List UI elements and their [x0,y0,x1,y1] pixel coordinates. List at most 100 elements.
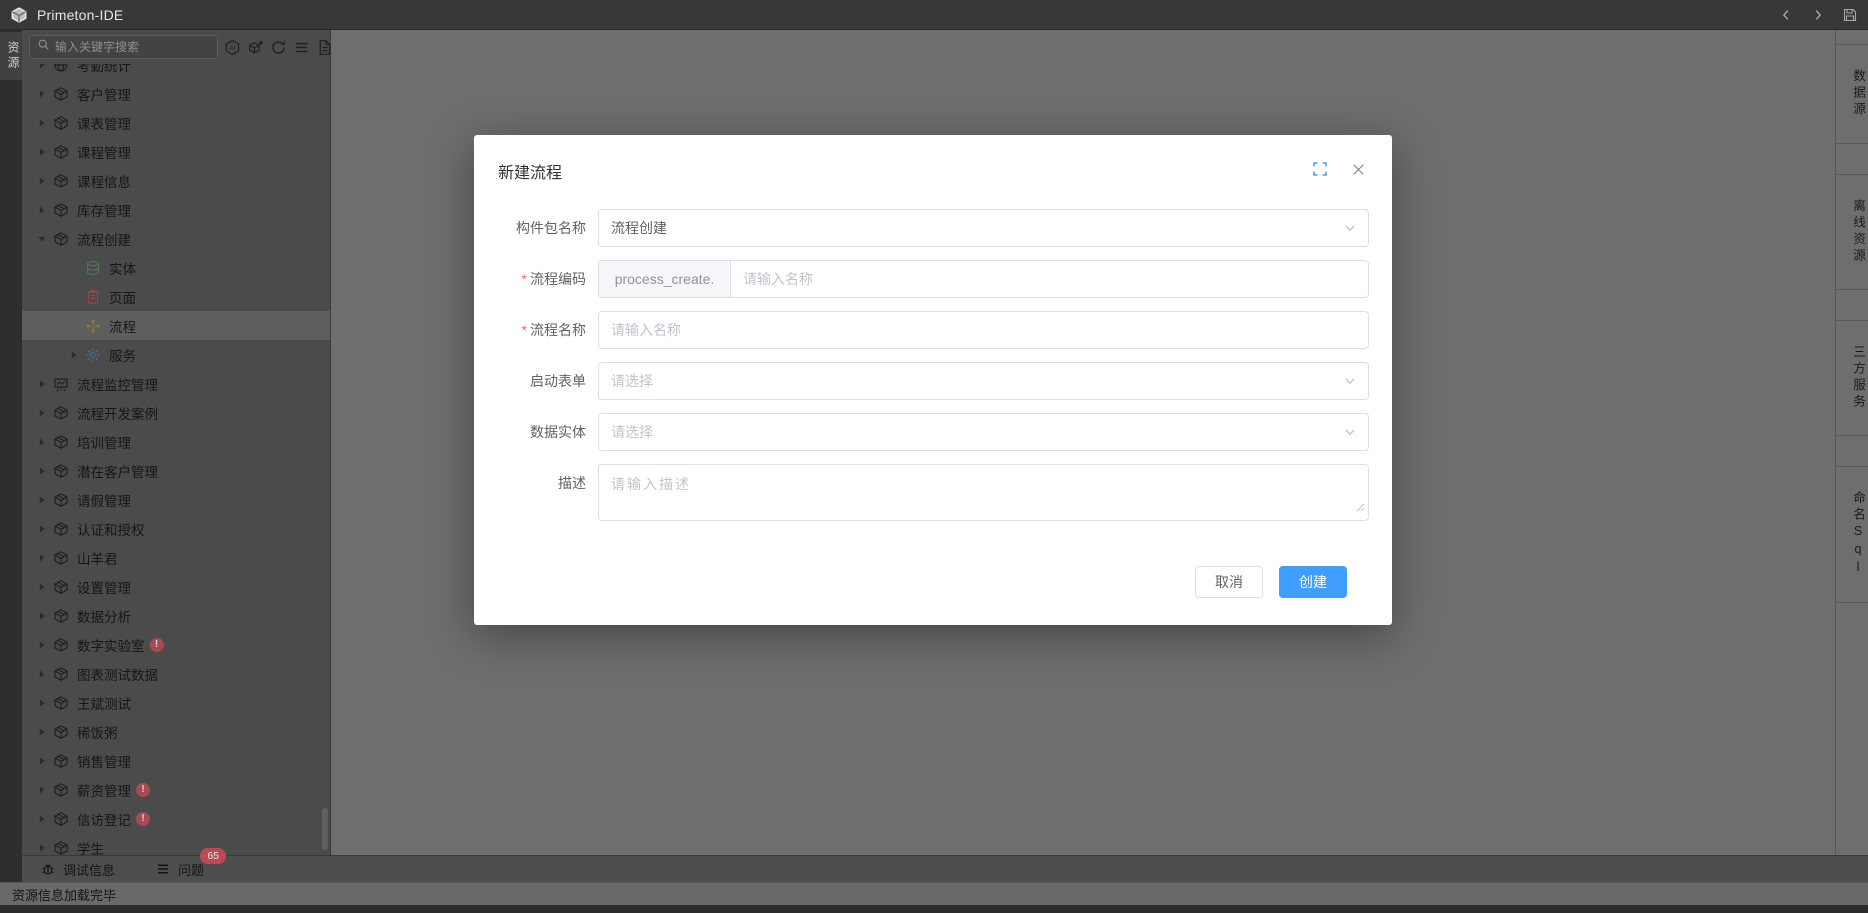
document-icon[interactable] [316,39,333,56]
caret-right-icon[interactable] [36,146,48,158]
rail-tab-resources[interactable]: 资源 [0,32,22,80]
tree-item[interactable]: 设置管理 [22,572,330,601]
ai-assistant-icon[interactable]: AI [224,39,241,56]
tree-item[interactable]: 培训管理 [22,427,330,456]
cancel-button[interactable]: 取消 [1195,566,1263,598]
caret-right-icon[interactable] [36,378,48,390]
tree-item[interactable]: 实体 [22,253,330,282]
cube-icon [53,173,69,189]
tree-item[interactable]: 课程信息 [22,166,330,195]
new-component-icon[interactable] [247,39,264,56]
cube-icon [53,86,69,102]
caret-right-icon[interactable] [36,523,48,535]
caret-right-icon[interactable] [36,64,48,71]
tree-item-label: 学生 [77,838,104,856]
caret-right-icon[interactable] [36,581,48,593]
tree-item[interactable]: 认证和授权 [22,514,330,543]
tree-item-label: 流程 [109,316,136,336]
select-field[interactable]: 请选择 [598,413,1369,451]
tree-item[interactable]: 请假管理 [22,485,330,514]
tree-item[interactable]: 王斌测试 [22,688,330,717]
caret-right-icon[interactable] [36,465,48,477]
tree-item[interactable]: 服务 [22,340,330,369]
prefixed-input-field: process_create. [598,260,1369,298]
tree-item[interactable]: 库存管理 [22,195,330,224]
tree-item[interactable]: 学生 [22,833,330,855]
cube-icon [53,231,69,247]
caret-right-icon[interactable] [36,88,48,100]
caret-right-icon[interactable] [36,552,48,564]
refresh-icon[interactable] [270,39,287,56]
caret-down-icon[interactable] [36,233,48,245]
resource-tree: 考勤统计客户管理课表管理课程管理课程信息库存管理流程创建实体页面流程服务流程监控… [22,64,330,855]
rail-tab-2[interactable]: 离线资源 [1836,174,1868,290]
create-button[interactable]: 创建 [1279,566,1347,598]
text-input[interactable] [611,322,1356,338]
caret-right-icon[interactable] [36,436,48,448]
bottom-tab[interactable]: 调试信息 [40,860,115,879]
tree-item[interactable]: 课表管理 [22,108,330,137]
sidebar-scrollbar-thumb[interactable] [322,808,328,850]
caret-right-icon[interactable] [36,726,48,738]
caret-right-icon[interactable] [36,842,48,854]
tree-item[interactable]: 稀饭粥 [22,717,330,746]
field-label: 启动表单 [474,362,598,400]
caret-right-icon[interactable] [36,755,48,767]
caret-right-icon[interactable] [36,668,48,680]
sidebar-toolbar: AI [22,30,330,64]
tree-item[interactable]: 信访登记! [22,804,330,833]
tree-item[interactable]: 流程 [22,311,330,340]
caret-right-icon[interactable] [36,610,48,622]
nav-forward-icon[interactable] [1810,7,1826,23]
process-code-input[interactable] [743,271,1356,287]
resource-explorer-panel: AI 考勤统计客户管理课表管理课程管理课程信息库存管理流程创建实体页面流程服务流… [22,30,331,855]
select-field[interactable]: 流程创建 [598,209,1369,247]
tree-item-label: 流程创建 [77,229,131,249]
tree-item[interactable]: 客户管理 [22,79,330,108]
tree-item[interactable]: 薪资管理! [22,775,330,804]
close-icon[interactable] [1350,161,1366,177]
description-textarea[interactable] [599,465,1368,520]
dialog-form: 构件包名称流程创建*流程编码process_create.*流程名称启动表单请选… [474,183,1392,521]
caret-right-icon[interactable] [36,697,48,709]
tree-item-label: 信访登记 [77,809,131,829]
tree-item[interactable]: 图表测试数据 [22,659,330,688]
tree-item[interactable]: 页面 [22,282,330,311]
tree-item-label: 图表测试数据 [77,664,158,684]
cube-icon [53,405,69,421]
cube-icon [53,811,69,827]
save-layout-icon[interactable] [1842,7,1858,23]
caret-right-icon[interactable] [68,349,80,361]
outline-list-icon[interactable] [293,39,310,56]
caret-right-icon[interactable] [36,784,48,796]
tree-item-label: 数字实验室 [77,635,145,655]
tree-item[interactable]: 潜在客户管理 [22,456,330,485]
caret-right-icon[interactable] [36,494,48,506]
fullscreen-icon[interactable] [1312,161,1328,177]
caret-right-icon[interactable] [36,117,48,129]
tree-item[interactable]: 课程管理 [22,137,330,166]
flow-icon [85,318,101,334]
caret-right-icon[interactable] [36,204,48,216]
rail-tab-4[interactable]: 命名Sql [1836,466,1868,603]
tree-item-label: 数据分析 [77,606,131,626]
tree-item[interactable]: 数字实验室! [22,630,330,659]
bottom-tab[interactable]: 问题65 [155,860,204,879]
caret-right-icon[interactable] [36,407,48,419]
tree-item[interactable]: 流程开发案例 [22,398,330,427]
resize-grip-icon[interactable] [1355,499,1365,517]
rail-tab-3[interactable]: 三方服务 [1836,320,1868,436]
select-field[interactable]: 请选择 [598,362,1369,400]
caret-right-icon[interactable] [36,639,48,651]
search-input[interactable] [55,40,210,54]
caret-right-icon[interactable] [36,175,48,187]
caret-right-icon[interactable] [36,813,48,825]
tree-item[interactable]: 数据分析 [22,601,330,630]
tree-item[interactable]: 流程监控管理 [22,369,330,398]
tree-item[interactable]: 山羊君 [22,543,330,572]
tree-item[interactable]: 流程创建 [22,224,330,253]
nav-back-icon[interactable] [1778,7,1794,23]
rail-tab-1[interactable]: 数据源 [1836,44,1868,144]
tree-item[interactable]: 考勤统计 [22,64,330,79]
tree-item[interactable]: 销售管理 [22,746,330,775]
